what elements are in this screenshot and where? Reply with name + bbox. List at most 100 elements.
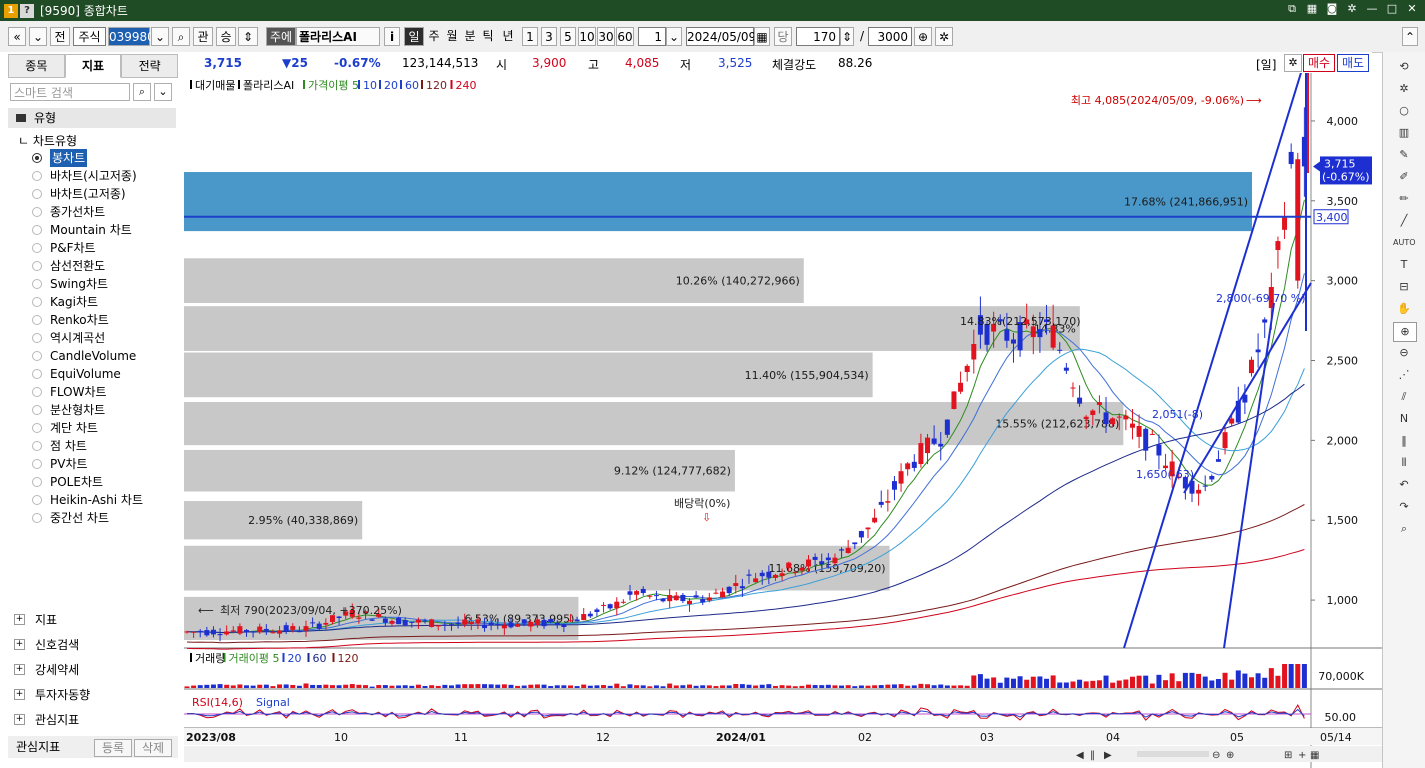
bar-chart-icon[interactable]: ▥ [1393,124,1415,142]
zoom-icon[interactable]: ⊕ [914,27,932,46]
gear-icon[interactable]: ✲ [1284,54,1302,72]
chart-type-item[interactable]: Swing차트 [32,275,108,293]
radio-icon[interactable] [32,369,42,379]
count-stepper-icon[interactable]: ⇕ [840,27,854,46]
period-week[interactable]: 주 [425,27,443,46]
interval-30[interactable]: 30 [597,27,615,46]
zigzag-icon[interactable]: Ν [1393,410,1415,428]
indicator-group[interactable]: + 투자자동향 [14,686,90,703]
radio-icon[interactable] [32,153,42,163]
nav-prev-button[interactable]: « [8,27,26,46]
price-chart[interactable]: 6.53% (89,373,995)11.68% (159,709,20)2.9… [184,73,1382,768]
auto-icon[interactable]: AUTO [1393,234,1416,252]
close-icon[interactable]: ✕ [1405,2,1419,16]
expand-plus-icon[interactable]: + [14,689,25,700]
chart-type-item[interactable]: 분산형차트 [32,401,105,419]
radio-icon[interactable] [32,189,42,199]
interval-input[interactable]: 1 [638,27,666,46]
chart-type-item[interactable]: Heikin-Ashi 차트 [32,491,143,509]
stepper-icon[interactable]: ⇕ [238,27,258,46]
radio-icon[interactable] [32,207,42,217]
pencil-icon[interactable]: ✐ [1393,168,1415,186]
radio-icon[interactable] [32,513,42,523]
chart-type-item[interactable]: 중간선 차트 [32,509,109,527]
chart-type-item[interactable]: CandleVolume [32,347,136,365]
refresh-icon[interactable]: ⟲ [1393,58,1415,76]
total-input[interactable]: 3000 [868,27,912,46]
minimize-icon[interactable]: — [1365,2,1379,16]
expand-icon[interactable]: ⌄ [154,83,172,101]
sell-button[interactable]: 매도 [1337,54,1369,72]
chart-type-item[interactable]: 역시계곡선 [32,329,105,347]
chart-type-item[interactable]: 계단 차트 [32,419,98,437]
chart-type-item[interactable]: Mountain 차트 [32,221,132,239]
interval-1[interactable]: 1 [522,27,538,46]
radio-icon[interactable] [32,387,42,397]
period-day[interactable]: 일 [404,27,424,46]
calendar-icon[interactable]: ▦ [754,27,770,46]
expand-plus-icon[interactable]: + [14,714,25,725]
magnify-icon[interactable]: ⌕ [1393,520,1415,538]
undo-icon[interactable]: ↶ [1393,476,1415,494]
settings-icon[interactable]: ✲ [1393,80,1415,98]
type-select[interactable]: 주식 [73,27,106,46]
chart-type-item[interactable]: PV차트 [32,455,88,473]
tab-indicator[interactable]: 지표 [64,54,122,78]
camera-icon[interactable]: ◙ [1325,2,1339,16]
radio-icon[interactable] [32,495,42,505]
zoom-in-icon[interactable]: ⊕ [1393,322,1417,342]
link-icon[interactable]: ⧉ [1285,2,1299,16]
hand-icon[interactable]: ✋ [1393,300,1415,318]
radio-icon[interactable] [32,225,42,235]
radio-icon[interactable] [32,477,42,487]
settings-icon[interactable]: ✲ [1345,2,1359,16]
text-icon[interactable]: T [1393,256,1415,274]
indicator-group[interactable]: + 강세약세 [14,661,79,678]
code-input[interactable]: 039980 [108,27,155,46]
category-header[interactable]: 유형 [8,108,176,128]
chart-type-item[interactable]: Renko차트 [32,311,109,329]
pen-icon[interactable]: ✎ [1393,146,1415,164]
register-button[interactable]: 등록 [94,739,132,757]
interval-5[interactable]: 5 [560,27,576,46]
search-icon[interactable]: ⌕ [133,83,151,101]
gwan-button[interactable]: 관 [193,27,213,46]
ruler-icon[interactable]: ⊟ [1393,278,1415,296]
radio-icon[interactable] [32,243,42,253]
period-minute[interactable]: 분 [461,27,479,46]
prev-button[interactable]: 전 [50,27,70,46]
date-input[interactable]: 2024/05/09 [686,27,756,46]
interval-60[interactable]: 60 [616,27,634,46]
radio-icon[interactable] [32,459,42,469]
expand-plus-icon[interactable]: + [14,664,25,675]
layout-icon[interactable]: ▦ [1305,2,1319,16]
line-icon[interactable]: ╱ [1393,212,1415,230]
chart-type-item[interactable]: FLOW차트 [32,383,107,401]
radio-icon[interactable] [32,351,42,361]
indicator-group[interactable]: + 관심지표 [14,711,79,728]
radio-icon[interactable] [32,333,42,343]
circle-icon[interactable]: ○ [1393,102,1415,120]
chart-type-item[interactable]: EquiVolume [32,365,121,383]
day-button[interactable]: 당 [774,27,792,46]
chart-type-item[interactable]: P&F차트 [32,239,96,257]
indicator-group[interactable]: + 신호검색 [14,636,79,653]
radio-icon[interactable] [32,297,42,307]
buy-button[interactable]: 매수 [1303,54,1335,72]
chart-type-item[interactable]: 점 차트 [32,437,87,455]
help-icon[interactable]: ? [20,3,34,18]
redo-icon[interactable]: ↷ [1393,498,1415,516]
radio-icon[interactable] [32,423,42,433]
delete-button[interactable]: 삭제 [134,739,172,757]
chart-type-item[interactable]: 바차트(시고저종) [32,167,137,185]
channel-icon[interactable]: ⫽ [1393,388,1415,406]
radio-icon[interactable] [32,441,42,451]
toolbar-expand-icon[interactable]: ⌃ [1402,27,1418,46]
period-year[interactable]: 년 [498,27,518,46]
radio-icon[interactable] [32,261,42,271]
indicator-group[interactable]: + 지표 [14,611,57,628]
chart-type-item[interactable]: 삼선전환도 [32,257,105,275]
radio-icon[interactable] [32,315,42,325]
tab-item[interactable]: 종목 [8,54,65,78]
interval-dropdown-icon[interactable]: ⌄ [666,27,682,46]
